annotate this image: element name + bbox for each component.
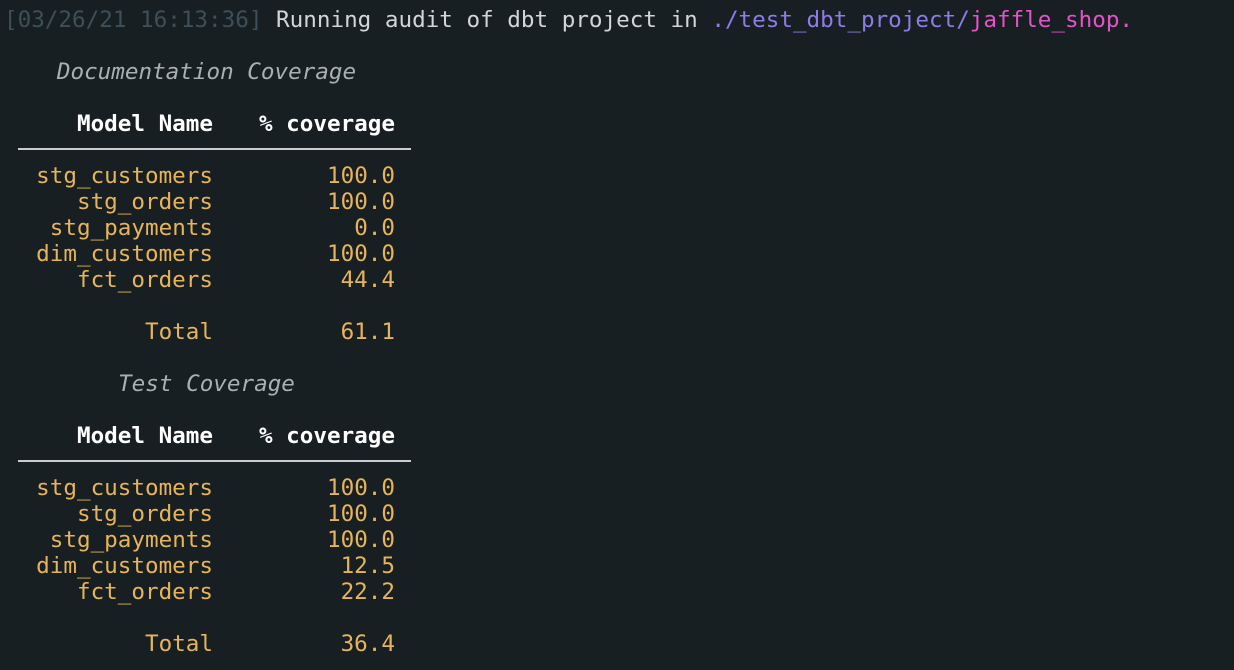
doc-header-coverage: % coverage [258,111,395,137]
model-name: stg_customers [36,475,213,501]
test-header-divider [18,460,411,462]
model-name: dim_customers [36,241,213,267]
coverage-value: 100.0 [326,189,395,215]
coverage-value: 100.0 [326,501,395,527]
total-label: Total [144,631,213,657]
log-path-file: jaffle_shop. [969,7,1134,33]
test-coverage-rows: stg_customers 100.0 stg_orders 100.0 stg_p… [0,475,420,657]
table-row: dim_customers 100.0 [0,241,420,267]
model-name: stg_payments [49,527,213,553]
coverage-value: 44.4 [340,267,395,293]
model-name: stg_orders [76,189,213,215]
table-row: dim_customers 12.5 [0,553,420,579]
table-row: stg_payments 0.0 [0,215,420,241]
table-row: fct_orders 44.4 [0,267,420,293]
model-name: stg_payments [49,215,213,241]
doc-header-model-name: Model Name [76,111,213,137]
blank-row [0,605,420,631]
doc-coverage-title: Documentation Coverage [56,59,357,85]
table-row: stg_customers 100.0 [0,163,420,189]
coverage-value: 0.0 [354,215,395,241]
table-row: fct_orders 22.2 [0,579,420,605]
coverage-value: 100.0 [326,475,395,501]
coverage-value: 100.0 [326,527,395,553]
table-row: stg_customers 100.0 [0,475,420,501]
total-value: 61.1 [340,319,395,345]
table-row: stg_payments 100.0 [0,527,420,553]
test-header-coverage: % coverage [258,423,395,449]
total-row: Total 61.1 [0,319,420,345]
doc-coverage-rows: stg_customers 100.0 stg_orders 100.0 stg_p… [0,163,420,345]
model-name: fct_orders [76,579,213,605]
doc-header-divider [18,148,411,150]
log-timestamp: [03/26/21 16:13:36] [4,7,263,33]
model-name: stg_orders [76,501,213,527]
test-header-model-name: Model Name [76,423,213,449]
coverage-value: 100.0 [326,241,395,267]
table-row: stg_orders 100.0 [0,501,420,527]
total-row: Total 36.4 [0,631,420,657]
log-line: [03/26/21 16:13:36] Running audit of dbt… [4,7,1133,33]
log-path-dir: ./test_dbt_project/ [711,7,970,33]
test-coverage-title: Test Coverage [118,371,295,397]
table-row: stg_orders 100.0 [0,189,420,215]
coverage-value: 12.5 [340,553,395,579]
coverage-value: 100.0 [326,163,395,189]
model-name: stg_customers [36,163,213,189]
terminal-window[interactable]: [03/26/21 16:13:36] Running audit of dbt… [0,0,1234,670]
total-label: Total [144,319,213,345]
model-name: dim_customers [36,553,213,579]
coverage-value: 22.2 [340,579,395,605]
log-message: Running audit of dbt project in [262,7,712,33]
blank-row [0,293,420,319]
model-name: fct_orders [76,267,213,293]
total-value: 36.4 [340,631,395,657]
